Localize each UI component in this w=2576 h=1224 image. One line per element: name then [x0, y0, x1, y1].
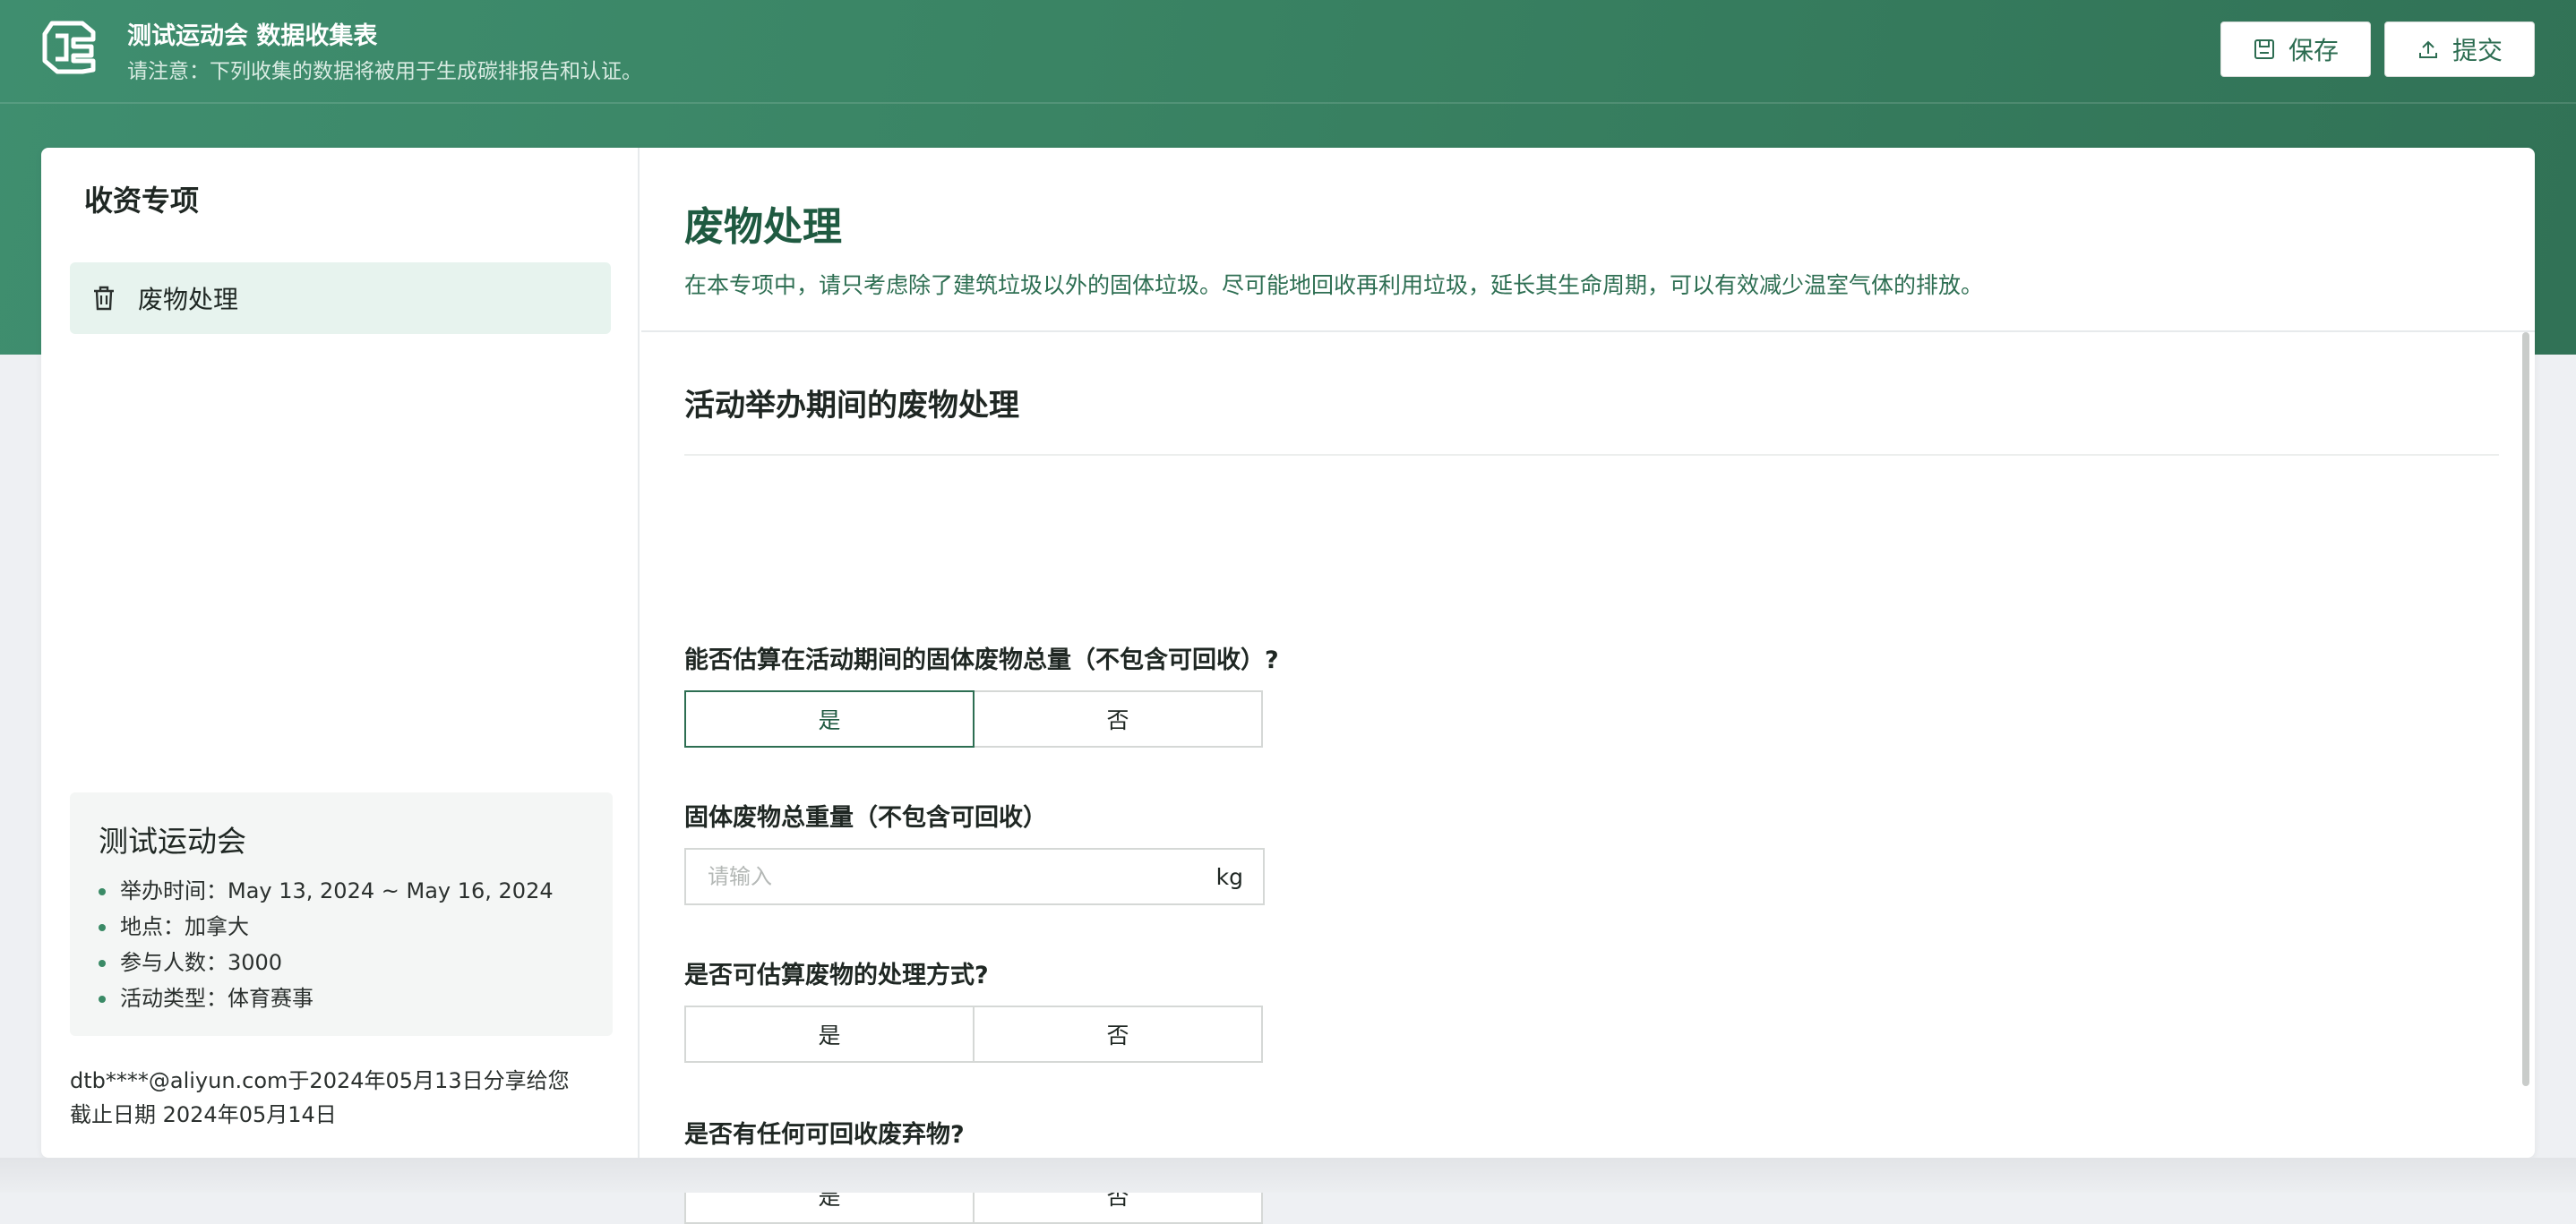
event-details-list: 举办时间：May 13, 2024 ~ May 16, 2024 地点：加拿大 …	[99, 873, 613, 1016]
event-info-box: 测试运动会 举办时间：May 13, 2024 ~ May 16, 2024 地…	[70, 792, 613, 1036]
app-logo-icon	[42, 21, 96, 74]
event-detail-type: 活动类型：体育赛事	[99, 980, 613, 1016]
save-icon	[2254, 39, 2274, 59]
event-name: 测试运动会	[99, 824, 246, 859]
event-detail-location: 地点：加拿大	[99, 909, 613, 945]
question-3-no-button[interactable]: 否	[973, 1006, 1263, 1063]
page-bottom-edge	[0, 1158, 2576, 1193]
deadline-info: 截止日期 2024年05月14日	[70, 1102, 337, 1127]
question-1-no-button[interactable]: 否	[973, 690, 1263, 748]
page-description: 在本专项中，请只考虑除了建筑垃圾以外的固体垃圾。尽可能地回收再利用垃圾，延长其生…	[684, 272, 1984, 298]
share-info: dtb****@aliyun.com于2024年05月13日分享给您	[70, 1068, 570, 1093]
question-3-toggle: 是 否	[684, 1006, 1265, 1063]
question-1-yes-button[interactable]: 是	[684, 690, 975, 748]
weight-unit: kg	[1215, 863, 1243, 890]
sidebar-title: 收资专项	[84, 184, 200, 218]
trash-icon	[94, 286, 114, 311]
sidebar-item-waste[interactable]: 废物处理	[70, 262, 611, 334]
main-header: 废物处理 在本专项中，请只考虑除了建筑垃圾以外的固体垃圾。尽可能地回收再利用垃圾…	[641, 148, 2535, 332]
sidebar: 收资专项 废物处理 测试运动会 举办时间：May 13, 2024 ~ May …	[41, 148, 640, 1158]
main-panel: 废物处理 在本专项中，请只考虑除了建筑垃圾以外的固体垃圾。尽可能地回收再利用垃圾…	[641, 148, 2535, 1224]
weight-input[interactable]	[706, 863, 1216, 890]
page-title: 废物处理	[684, 204, 842, 250]
question-4-label: 是否有任何可回收废弃物?	[684, 1121, 965, 1149]
weight-input-group: kg	[684, 848, 1265, 905]
save-button-label: 保存	[2288, 36, 2339, 65]
header-divider	[0, 102, 2576, 104]
upload-icon	[2418, 40, 2437, 58]
question-1-label: 能否估算在活动期间的固体废物总量（不包含可回收）?	[684, 646, 1279, 674]
event-detail-time: 举办时间：May 13, 2024 ~ May 16, 2024	[99, 873, 613, 909]
header-notice: 请注意：下列收集的数据将被用于生成碳排报告和认证。	[127, 60, 642, 83]
question-1-toggle: 是 否	[684, 690, 1265, 748]
submit-button[interactable]: 提交	[2384, 21, 2535, 77]
question-2-label: 固体废物总重量（不包含可回收）	[684, 804, 1047, 832]
section-title: 活动举办期间的废物处理	[684, 388, 1019, 424]
sidebar-item-label: 废物处理	[138, 285, 239, 314]
section-divider	[684, 454, 2499, 456]
question-3-label: 是否可估算废物的处理方式?	[684, 962, 989, 989]
form-card: 收资专项 废物处理 测试运动会 举办时间：May 13, 2024 ~ May …	[41, 148, 2535, 1224]
event-detail-participants: 参与人数：3000	[99, 945, 613, 980]
save-button[interactable]: 保存	[2220, 21, 2371, 77]
app-title: 测试运动会 数据收集表	[127, 22, 378, 50]
submit-button-label: 提交	[2451, 36, 2503, 65]
scrollbar[interactable]	[2522, 332, 2529, 1086]
question-3-yes-button[interactable]: 是	[684, 1006, 975, 1063]
